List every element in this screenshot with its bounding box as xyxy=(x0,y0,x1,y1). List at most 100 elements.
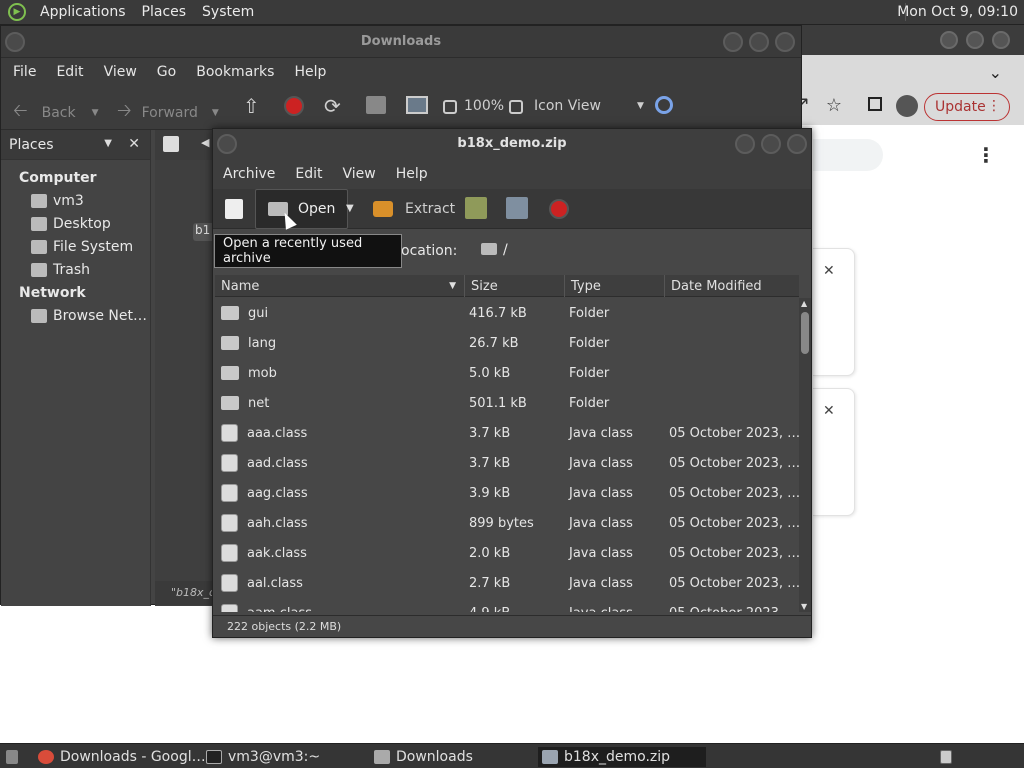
table-row[interactable]: gui 416.7 kB Folder xyxy=(215,298,799,328)
close-button[interactable] xyxy=(775,32,795,52)
menu-bookmarks[interactable]: Bookmarks xyxy=(186,64,284,80)
tab-list-chevron-icon[interactable]: ⌄ xyxy=(989,63,1002,82)
browser-close-button[interactable] xyxy=(992,31,1010,49)
reload-icon[interactable]: ⟳ xyxy=(324,94,341,118)
side-panel-icon[interactable] xyxy=(868,97,882,111)
java-class-icon xyxy=(221,484,238,502)
view-mode-select[interactable]: Icon View ▼ xyxy=(534,98,644,114)
show-desktop-icon[interactable] xyxy=(2,747,24,767)
menu-file[interactable]: File xyxy=(3,64,46,80)
places-header[interactable]: Places ▼ ✕ xyxy=(1,130,150,160)
computer-icon[interactable] xyxy=(406,96,428,114)
folder-icon xyxy=(221,336,239,350)
minimize-button[interactable] xyxy=(735,134,755,154)
table-row[interactable]: aag.class 3.9 kB Java class 05 October 2023… xyxy=(215,478,799,508)
bookmark-star-icon[interactable]: ☆ xyxy=(826,95,842,116)
close-icon[interactable]: ✕ xyxy=(823,263,835,279)
profile-avatar-icon[interactable] xyxy=(896,95,918,117)
add-folder-icon[interactable] xyxy=(506,197,528,219)
back-dropdown-icon[interactable]: ▼ xyxy=(92,108,99,118)
sidebar-close-icon[interactable]: ✕ xyxy=(128,136,140,152)
maximize-button[interactable] xyxy=(749,32,769,52)
sidebar-item-vm3[interactable]: vm3 xyxy=(1,189,150,212)
column-size[interactable]: Size xyxy=(465,275,565,297)
file-name: aad.class xyxy=(247,455,308,471)
workspace-switcher-icon[interactable] xyxy=(936,747,958,767)
menu-go[interactable]: Go xyxy=(147,64,186,80)
sidebar-item-desktop[interactable]: Desktop xyxy=(1,212,150,235)
task-archive-manager[interactable]: b18x_demo.zip xyxy=(538,747,706,767)
java-class-icon xyxy=(221,604,238,612)
path-left-arrow-icon[interactable]: ◀ xyxy=(201,136,209,149)
file-date: 05 October 2023, … xyxy=(669,515,799,531)
zoom-in-icon[interactable] xyxy=(509,100,523,114)
sidebar-item-file-system[interactable]: File System xyxy=(1,235,150,258)
open-recent-dropdown-icon[interactable]: ▼ xyxy=(346,203,354,214)
table-row[interactable]: aam.class 4.9 kBJava class05 October 2023… xyxy=(215,598,799,612)
close-icon[interactable]: ✕ xyxy=(823,403,835,419)
more-menu-icon[interactable]: ⋮ xyxy=(987,98,1001,114)
menu-help[interactable]: Help xyxy=(284,64,336,80)
table-row[interactable]: aaa.class 3.7 kB Java class 05 October 2023… xyxy=(215,418,799,448)
file-list[interactable]: gui 416.7 kB Folder lang 26.7 kB Folder mob 5.0… xyxy=(215,298,799,612)
folder-icon xyxy=(374,750,390,764)
maximize-button[interactable] xyxy=(761,134,781,154)
edit-location-icon[interactable] xyxy=(163,136,179,152)
search-icon[interactable] xyxy=(655,96,673,114)
scrollbar-thumb[interactable] xyxy=(801,312,809,354)
page-menu-icon[interactable]: ⋮ xyxy=(976,143,996,167)
table-row[interactable]: aal.class 2.7 kB Java class 05 October 2023… xyxy=(215,568,799,598)
file-list-scrollbar[interactable]: ▲ ▼ xyxy=(799,298,811,612)
forward-button[interactable]: 🡢 Forward ▼ xyxy=(117,98,219,128)
task-file-manager[interactable]: Downloads xyxy=(370,747,473,767)
scroll-up-icon[interactable]: ▲ xyxy=(801,299,807,308)
sidebar-item-trash[interactable]: Trash xyxy=(1,258,150,281)
open-button[interactable]: Open xyxy=(255,189,349,229)
new-archive-icon[interactable] xyxy=(225,199,243,219)
menu-help[interactable]: Help xyxy=(386,166,438,182)
menu-view[interactable]: View xyxy=(94,64,147,80)
table-row[interactable]: aad.class 3.7 kB Java class 05 October 2023… xyxy=(215,448,799,478)
file-name-cell: net xyxy=(215,396,465,411)
forward-dropdown-icon[interactable]: ▼ xyxy=(212,108,219,118)
column-name[interactable]: Name ▼ xyxy=(215,275,465,297)
browser-search-box[interactable] xyxy=(813,139,883,171)
stop-icon[interactable] xyxy=(284,96,304,116)
table-row[interactable]: mob 5.0 kB Folder xyxy=(215,358,799,388)
file-size: 3.9 kB xyxy=(469,485,511,501)
menu-edit[interactable]: Edit xyxy=(46,64,93,80)
add-files-icon[interactable] xyxy=(465,197,487,219)
scroll-down-icon[interactable]: ▼ xyxy=(801,602,807,611)
table-row[interactable]: aak.class 2.0 kB Java class 05 October 2023… xyxy=(215,538,799,568)
menu-archive[interactable]: Archive xyxy=(213,166,285,182)
home-icon[interactable] xyxy=(366,96,386,114)
menu-view[interactable]: View xyxy=(333,166,386,182)
menu-system[interactable]: System xyxy=(194,4,262,20)
table-row[interactable]: net 501.1 kB Folder xyxy=(215,388,799,418)
location-path[interactable]: / xyxy=(503,242,508,258)
menu-applications[interactable]: Applications xyxy=(32,4,134,20)
menu-places[interactable]: Places xyxy=(134,4,195,20)
task-terminal[interactable]: vm3@vm3:~ xyxy=(202,747,320,767)
clock[interactable]: Mon Oct 9, 09:10 xyxy=(897,4,1018,20)
column-type[interactable]: Type xyxy=(565,275,665,297)
sidebar-item-browse-network[interactable]: Browse Net… xyxy=(1,304,150,327)
distro-logo-icon[interactable]: ▶ xyxy=(8,3,26,21)
task-browser[interactable]: Downloads - Googl… xyxy=(34,747,206,767)
extract-button[interactable]: Extract xyxy=(373,201,455,217)
zoom-level[interactable]: 100% xyxy=(464,98,504,114)
browser-maximize-button[interactable] xyxy=(966,31,984,49)
stop-icon[interactable] xyxy=(549,199,569,219)
table-row[interactable]: lang 26.7 kB Folder xyxy=(215,328,799,358)
menu-edit[interactable]: Edit xyxy=(285,166,332,182)
update-button[interactable]: Update ⋮ xyxy=(924,93,1010,121)
up-arrow-icon[interactable]: ⇧ xyxy=(243,94,260,118)
places-dropdown-icon[interactable]: ▼ xyxy=(104,138,112,149)
table-row[interactable]: aah.class 899 bytes Java class 05 October 2… xyxy=(215,508,799,538)
close-button[interactable] xyxy=(787,134,807,154)
back-button[interactable]: 🡠 Back ▼ xyxy=(13,98,99,128)
column-date-modified[interactable]: Date Modified xyxy=(665,275,799,297)
minimize-button[interactable] xyxy=(723,32,743,52)
browser-minimize-button[interactable] xyxy=(940,31,958,49)
zoom-out-icon[interactable] xyxy=(443,100,457,114)
